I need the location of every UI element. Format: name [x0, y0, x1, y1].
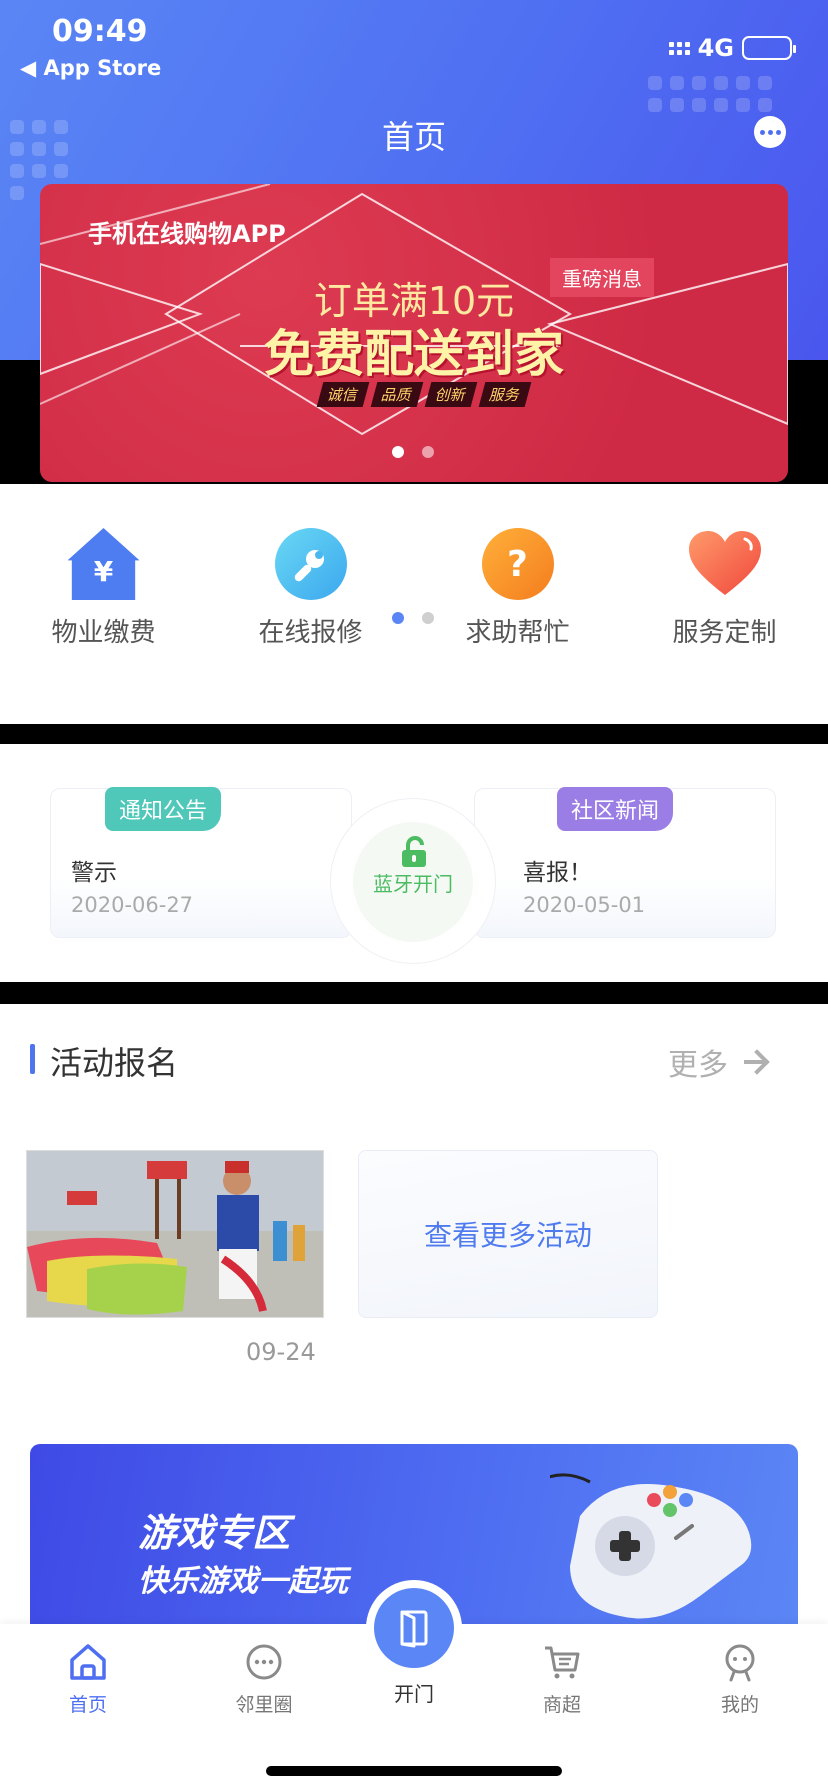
menu-pager	[392, 612, 434, 624]
menu-item-online-repair[interactable]: 在线报修	[207, 528, 414, 649]
user-icon	[725, 1644, 755, 1682]
menu-item-property-fee[interactable]: ¥ 物业缴费	[0, 528, 207, 649]
notice-card-news[interactable]: 社区新闻 喜报！ 2020-05-01	[474, 787, 776, 938]
activity-photo[interactable]	[26, 1150, 324, 1318]
news-tag: 社区新闻	[557, 787, 674, 831]
notice-date: 2020-06-27	[71, 893, 194, 917]
banner-chip: 服务	[478, 382, 532, 407]
gamepad-icon	[550, 1473, 752, 1619]
more-label: 更多	[668, 1048, 728, 1083]
banner-chip: 品质	[370, 382, 424, 407]
battery-icon	[742, 36, 796, 60]
game-banner-subtitle: 快乐游戏一起玩	[138, 1564, 348, 1599]
signal-icon	[668, 41, 690, 55]
notice-title: 警示	[71, 860, 117, 886]
view-more-activities-card[interactable]: 查看更多活动	[358, 1150, 658, 1318]
menu-label: 在线报修	[258, 618, 363, 648]
section-accent-bar	[30, 1044, 35, 1074]
pager-dot[interactable]	[392, 612, 404, 624]
game-banner-title: 游戏专区	[138, 1511, 291, 1555]
bluetooth-open-door-label: 蓝牙开门	[373, 872, 453, 896]
page-title: 首页	[381, 118, 446, 156]
folk-parade-image	[27, 1151, 323, 1317]
menu-item-custom-service[interactable]: 服务定制	[621, 528, 828, 649]
pager-dot[interactable]	[422, 446, 434, 458]
promo-banner[interactable]: 手机在线购物APP 重磅消息 订单满10元 免费配送到家 诚信 品质 创新 服务	[40, 184, 788, 482]
notice-panel: 通知公告 警示 2020-06-27 社区新闻 喜报！ 2020-05-01 蓝…	[0, 744, 828, 982]
menu-item-help[interactable]: ? 求助帮忙	[414, 528, 621, 649]
home-indicator	[266, 1766, 562, 1776]
notice-date: 2020-05-01	[523, 893, 646, 917]
heart-icon	[688, 528, 761, 600]
tab-open-door[interactable]: 开门	[360, 1580, 468, 1707]
status-indicators: 4G	[668, 34, 796, 62]
banner-chips: 诚信 品质 创新 服务	[316, 382, 532, 407]
menu-label: 求助帮忙	[465, 618, 570, 648]
banner-chip: 诚信	[316, 382, 370, 407]
unlock-icon	[402, 836, 426, 867]
service-menu: ¥ 物业缴费 在线报修 ? 求助帮忙 服务定制	[0, 528, 828, 649]
home-icon	[70, 1644, 106, 1680]
tab-label: 首页	[68, 1694, 107, 1716]
announcement-tag: 通知公告	[105, 787, 222, 831]
banner-pager	[392, 446, 434, 458]
tab-label: 邻里圈	[235, 1694, 293, 1716]
banner-chip: 创新	[424, 382, 478, 407]
tab-home[interactable]: 首页	[28, 1642, 148, 1717]
notice-title: 喜报！	[523, 860, 592, 886]
back-to-app-store-link[interactable]: ◀ App Store	[20, 56, 161, 80]
service-menu-panel: ¥ 物业缴费 在线报修 ? 求助帮忙 服务定制	[0, 484, 828, 724]
house-yen-icon: ¥	[67, 528, 140, 600]
status-time: 09:49	[52, 14, 148, 49]
door-icon	[400, 1610, 428, 1648]
notice-card-announcement[interactable]: 通知公告 警示 2020-06-27	[50, 787, 352, 938]
tab-profile[interactable]: 我的	[680, 1642, 800, 1717]
chat-bubble-icon	[246, 1644, 282, 1680]
menu-label: 物业缴费	[51, 618, 156, 648]
wrench-icon	[274, 528, 347, 600]
pager-dot[interactable]	[422, 612, 434, 624]
open-door-button[interactable]	[366, 1580, 462, 1676]
banner-slogan: 免费配送到家	[264, 325, 564, 383]
menu-label: 服务定制	[672, 618, 777, 648]
tab-label: 我的	[720, 1694, 759, 1716]
tab-supermarket[interactable]: 商超	[502, 1642, 622, 1717]
cart-icon	[545, 1646, 580, 1679]
more-activities-link[interactable]: 更多	[668, 1040, 768, 1084]
bottom-tab-bar: 首页 邻里圈 开门 商超 我的	[0, 1580, 828, 1792]
tab-neighborhood[interactable]: 邻里圈	[204, 1642, 324, 1717]
pager-dot[interactable]	[392, 446, 404, 458]
network-label: 4G	[697, 34, 734, 62]
banner-app-name: 手机在线购物APP	[88, 220, 286, 248]
message-icon[interactable]	[754, 116, 786, 148]
tab-label: 商超	[542, 1694, 581, 1716]
decorative-dots	[648, 76, 772, 112]
activity-date: 09-24	[246, 1338, 316, 1366]
tab-label: 开门	[394, 1682, 434, 1706]
question-icon: ?	[481, 528, 554, 600]
arrow-right-icon	[744, 1050, 768, 1074]
activity-section-title: 活动报名	[50, 1044, 179, 1082]
